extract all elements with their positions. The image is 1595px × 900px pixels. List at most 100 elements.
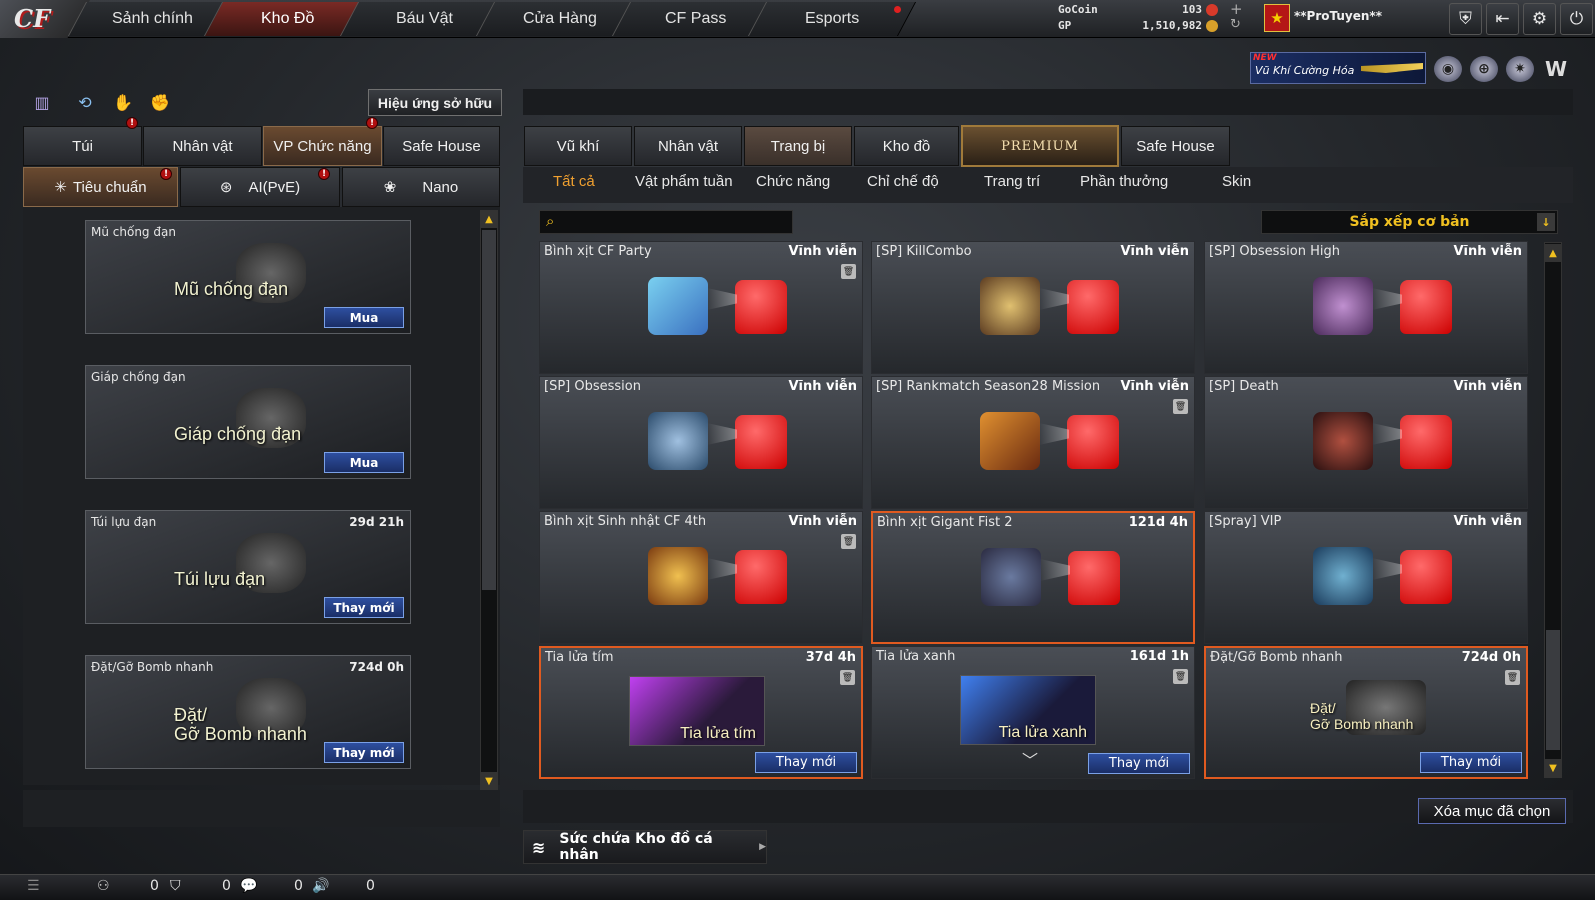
eye-emblem-icon[interactable]: ◉ [1434,56,1462,82]
item-card[interactable]: [SP] KillCombo Vĩnh viễn [871,241,1195,374]
capacity-button[interactable]: ≋ Sức chứa Kho đồ cá nhân ▶ [523,830,767,864]
buy-button[interactable]: Mua [324,452,404,473]
binoculars-icon[interactable]: ⚇ [97,878,110,894]
globe-emblem-icon[interactable]: ⊕ [1470,56,1498,82]
v-logo-icon[interactable]: W [1542,56,1570,82]
trash-icon[interactable]: 🗑 [841,534,856,549]
spray-emblem [980,277,1040,335]
subtab-tieu-chuan[interactable]: ✳ Tiêu chuẩn [23,167,178,207]
nav-esports[interactable]: Esports [747,2,917,36]
speaker-icon[interactable]: 🔊 [312,878,329,894]
search-input[interactable]: ⌕ [539,210,793,234]
renew-button[interactable]: Thay mới [324,597,404,618]
spray-can-icon [1067,415,1119,469]
item-card[interactable]: [SP] Obsession High Vĩnh viễn [1204,241,1528,374]
trash-icon[interactable]: 🗑 [841,264,856,279]
item-card[interactable]: Tia lửa xanh 161d 1h 🗑 Tia lửa xanh ﹀ Th… [871,646,1195,779]
scroll-up-icon[interactable]: ▲ [1544,244,1562,262]
scroll-up-icon[interactable]: ▲ [480,210,498,228]
item-card[interactable]: [SP] Rankmatch Season28 Mission Vĩnh viễ… [871,376,1195,509]
tab-safe-house[interactable]: Safe House [383,126,500,166]
left-item-card[interactable]: Giáp chống đạn Giáp chống đạn Mua [85,365,411,479]
tab-kho-do[interactable]: Kho đồ [854,126,959,166]
item-name: Tia lửa xanh [876,649,956,664]
notification-dot [894,6,901,13]
item-card[interactable]: [Spray] VIP Vĩnh viễn [1204,511,1528,644]
list-icon[interactable]: ☰ [27,878,40,894]
delete-selected-button[interactable]: Xóa mục đã chọn [1418,798,1566,824]
tab-tui[interactable]: Túi [23,126,142,166]
renew-button[interactable]: Thay mới [1420,752,1522,773]
trash-icon[interactable]: 🗑 [840,670,855,685]
subtab-chuc-nang[interactable]: Chức năng [756,173,830,190]
chat-bubble-icon[interactable]: 💬 [240,878,257,894]
item-card[interactable]: Bình xịt Gigant Fist 2 121d 4h [871,511,1195,644]
item-time: Vĩnh viễn [788,244,857,259]
item-card[interactable]: Tia lửa tím 37d 4h 🗑 Tia lửa tím Thay mớ… [539,646,863,779]
scroll-down-icon[interactable]: ▼ [480,772,498,790]
item-card[interactable]: Đặt/Gỡ Bomb nhanh 724d 0h 🗑 Đặt/Gỡ Bomb … [1204,646,1528,779]
left-item-card[interactable]: Đặt/Gỡ Bomb nhanh 724d 0h Đặt/Gỡ Bomb nh… [85,655,411,769]
effect-thumbnail: Tia lửa xanh [960,675,1096,745]
spray-emblem [648,412,708,470]
left-item-card[interactable]: Túi lựu đạn 29d 21h Túi lựu đạn Thay mới [85,510,411,624]
gift-box-icon[interactable]: ▥ [29,89,55,115]
tab-nhan-vat-right[interactable]: Nhân vật [634,126,742,166]
refresh-icon[interactable]: ↻ [1230,17,1241,32]
power-icon[interactable]: ⏻ [1560,3,1593,35]
tab-vu-khi[interactable]: Vũ khí [524,126,632,166]
gocoin-value: 103 [1182,3,1202,16]
tab-nhan-vat[interactable]: Nhân vật [143,126,262,166]
star-outline-icon: ✳ [54,179,67,196]
subtab-phan-thuong[interactable]: Phần thưởng [1080,173,1168,190]
trash-icon[interactable]: 🗑 [1505,670,1520,685]
item-name: [SP] Obsession [544,379,641,394]
trash-icon[interactable]: 🗑 [1173,669,1188,684]
owned-effects-button[interactable]: Hiệu ứng sở hữu [368,89,502,116]
shield-outline-icon[interactable]: ⛉ [170,878,181,894]
spray-can-icon [1400,550,1452,604]
shield-icon[interactable]: ⛨ [1449,3,1482,35]
chevron-down-icon[interactable]: ↓ [1537,213,1555,231]
subtab-vat-pham-tuan[interactable]: Vật phẩm tuần [635,173,733,190]
item-card[interactable]: Bình xịt CF Party Vĩnh viễn 🗑 [539,241,863,374]
renew-button[interactable]: Thay mới [755,752,857,773]
sort-dropdown[interactable]: Sắp xếp cơ bản ↓ [1261,210,1558,234]
star-emblem-icon[interactable]: ✷ [1506,56,1534,82]
item-card[interactable]: [SP] Death Vĩnh viễn [1204,376,1528,509]
counter-value: 0 [294,878,303,894]
left-scroll-thumb[interactable] [482,230,496,590]
hand-icon[interactable]: ✋ [110,89,136,115]
tab-safe-house-right[interactable]: Safe House [1121,126,1230,166]
rank-icon: ★ [1264,4,1290,32]
item-card[interactable]: [SP] Obsession Vĩnh viễn [539,376,863,509]
scroll-down-icon[interactable]: ▼ [1544,759,1562,777]
left-item-card[interactable]: Mũ chống đạn Mũ chống đạn Mua [85,220,411,334]
item-time: 29d 21h [349,515,404,529]
weapon-upgrade-banner[interactable]: NEW Vũ Khí Cường Hóa [1250,52,1426,84]
exit-room-icon[interactable]: ⇤ [1486,3,1519,35]
tab-premium[interactable]: PREMIUM [961,125,1119,167]
renew-button[interactable]: Thay mới [324,742,404,763]
subtab-trang-tri[interactable]: Trang trí [984,173,1040,190]
tab-vp-chuc-nang[interactable]: VP Chức năng [263,126,382,166]
buy-button[interactable]: Mua [324,307,404,328]
item-card[interactable]: Bình xịt Sinh nhật CF 4th Vĩnh viễn 🗑 [539,511,863,644]
gear-icon[interactable]: ⚙ [1523,3,1556,35]
chevron-down-icon[interactable]: ﹀ [1022,747,1038,771]
item-name: Bình xịt Gigant Fist 2 [877,515,1013,530]
spray-can-icon [1400,415,1452,469]
add-currency-icon[interactable]: + [1230,0,1243,18]
subtab-tat-ca[interactable]: Tất cả [553,173,595,190]
subtab-nano[interactable]: ❀ Nano [342,167,500,207]
trash-icon[interactable]: 🗑 [1173,399,1188,414]
subtab-ai-pve[interactable]: ⊛ AI(PvE) [180,167,340,207]
tab-trang-bi[interactable]: Trang bị [744,126,852,166]
recycle-icon[interactable]: ⟲ [72,89,98,115]
right-scroll-thumb[interactable] [1546,630,1560,750]
subtab-skin[interactable]: Skin [1222,173,1251,190]
subtab-chi-che-do[interactable]: Chỉ chế độ [867,173,939,190]
item-overlay-text: Mũ chống đạn [174,279,289,299]
glove-icon[interactable]: ✊ [147,89,173,115]
renew-button[interactable]: Thay mới [1088,753,1190,774]
